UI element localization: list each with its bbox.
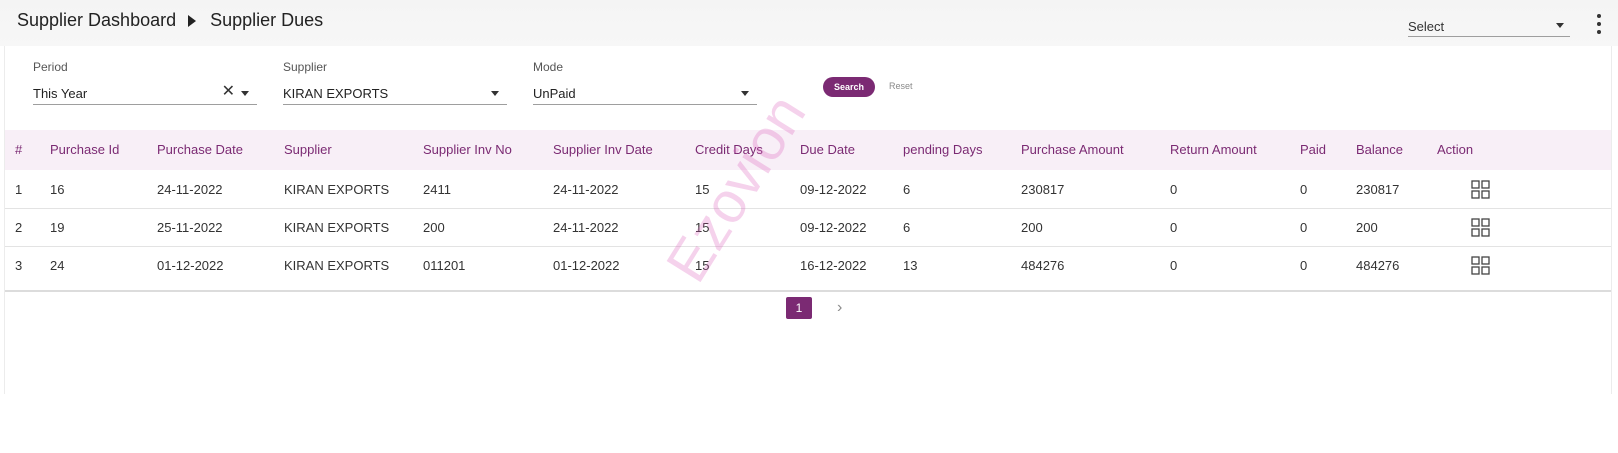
table-cell: 01-12-2022 <box>157 258 224 273</box>
table-cell: 200 <box>1356 220 1378 235</box>
table-cell: 0 <box>1300 258 1308 273</box>
table-cell: 15 <box>695 182 710 197</box>
chevron-right-icon[interactable]: › <box>837 298 842 318</box>
table-cell: 200 <box>423 220 445 235</box>
table-cell: 15 <box>695 258 710 273</box>
supplier-field: Supplier KIRAN EXPORTS <box>283 46 507 105</box>
table-header: # Purchase Id Purchase Date Supplier Sup… <box>5 130 1611 170</box>
table-cell: 200 <box>1021 220 1043 235</box>
table-cell: 09-12-2022 <box>800 220 867 235</box>
table-row: 2 19 25-11-2022 KIRAN EXPORTS 200 24-11-… <box>5 208 1611 247</box>
table-cell: 0 <box>1300 220 1308 235</box>
column-header: Purchase Amount <box>1021 142 1124 157</box>
period-field: Period This Year ✕ <box>33 46 257 105</box>
more-vertical-icon[interactable] <box>1596 14 1602 34</box>
table-cell: KIRAN EXPORTS <box>284 220 390 235</box>
table-cell: 0 <box>1170 220 1178 235</box>
grid-view-icon[interactable] <box>1471 218 1490 237</box>
column-header: Purchase Date <box>157 142 243 157</box>
column-header: pending Days <box>903 142 983 157</box>
column-header: Supplier Inv No <box>423 142 512 157</box>
table-cell: 3 <box>15 258 23 273</box>
column-header: Credit Days <box>695 142 763 157</box>
grid-view-icon[interactable] <box>1471 180 1490 199</box>
mode-label: Mode <box>533 60 564 74</box>
table-row: 1 16 24-11-2022 KIRAN EXPORTS 2411 24-11… <box>5 170 1611 209</box>
search-button[interactable]: Search <box>823 77 875 97</box>
breadcrumb: Supplier Dashboard Supplier Dues <box>17 10 323 31</box>
dues-panel: Period This Year ✕ Supplier KIRAN EXPORT… <box>4 46 1612 394</box>
top-select-dropdown[interactable]: Select <box>1408 14 1570 37</box>
column-header: Supplier Inv Date <box>553 142 653 157</box>
table-cell: 0 <box>1300 182 1308 197</box>
close-icon[interactable]: ✕ <box>222 83 235 101</box>
table-row: 3 24 01-12-2022 KIRAN EXPORTS 011201 01-… <box>5 246 1611 284</box>
column-header: Return Amount <box>1170 142 1257 157</box>
table-cell: 19 <box>50 220 65 235</box>
table-cell: 13 <box>903 258 918 273</box>
table-cell: 15 <box>695 220 710 235</box>
caret-down-icon <box>491 91 499 96</box>
column-header: # <box>15 142 23 157</box>
period-select[interactable]: This Year ✕ <box>33 82 257 105</box>
table-bottom-border <box>5 290 1611 292</box>
table-cell: 24 <box>50 258 65 273</box>
reset-button[interactable]: Reset <box>889 81 913 91</box>
table-cell: 6 <box>903 220 911 235</box>
table-cell: 0 <box>1170 182 1178 197</box>
caret-right-icon <box>188 14 197 27</box>
table-cell: 24-11-2022 <box>157 182 223 197</box>
table-cell: 24-11-2022 <box>553 220 619 235</box>
mode-select[interactable]: UnPaid <box>533 82 757 105</box>
period-value: This Year <box>33 86 88 101</box>
table-cell: 484276 <box>1021 258 1065 273</box>
table-cell: 0 <box>1170 258 1178 273</box>
table-cell: 25-11-2022 <box>157 220 223 235</box>
caret-down-icon <box>241 91 249 96</box>
supplier-select[interactable]: KIRAN EXPORTS <box>283 82 507 105</box>
supplier-label: Supplier <box>283 60 328 74</box>
top-bar: Supplier Dashboard Supplier Dues Select <box>0 0 1618 46</box>
table-cell: 16-12-2022 <box>800 258 867 273</box>
table-cell: 2 <box>15 220 23 235</box>
grid-view-icon[interactable] <box>1471 256 1490 275</box>
column-header: Supplier <box>284 142 332 157</box>
table-cell: 24-11-2022 <box>553 182 619 197</box>
table-cell: KIRAN EXPORTS <box>284 258 390 273</box>
column-header: Purchase Id <box>50 142 120 157</box>
table-cell: 1 <box>15 182 23 197</box>
breadcrumb-parent[interactable]: Supplier Dashboard <box>17 10 176 31</box>
top-select-value: Select <box>1408 19 1445 34</box>
table-cell: 6 <box>903 182 911 197</box>
table-cell: 484276 <box>1356 258 1400 273</box>
table-cell: KIRAN EXPORTS <box>284 182 390 197</box>
supplier-value: KIRAN EXPORTS <box>283 86 389 101</box>
period-label: Period <box>33 60 68 74</box>
caret-down-icon <box>1556 23 1564 28</box>
column-header: Due Date <box>800 142 855 157</box>
table-cell: 011201 <box>423 258 466 273</box>
table-cell: 01-12-2022 <box>553 258 620 273</box>
table-cell: 2411 <box>423 182 451 197</box>
pagination-page-1[interactable]: 1 <box>786 297 812 319</box>
mode-value: UnPaid <box>533 86 576 101</box>
mode-field: Mode UnPaid <box>533 46 757 105</box>
column-header: Paid <box>1300 142 1327 157</box>
caret-down-icon <box>741 91 749 96</box>
table-cell: 230817 <box>1356 182 1400 197</box>
column-header: Balance <box>1356 142 1403 157</box>
column-header: Action <box>1437 142 1474 157</box>
table-cell: 16 <box>50 182 65 197</box>
table-cell: 230817 <box>1021 182 1065 197</box>
table-cell: 09-12-2022 <box>800 182 867 197</box>
breadcrumb-current: Supplier Dues <box>210 10 324 30</box>
